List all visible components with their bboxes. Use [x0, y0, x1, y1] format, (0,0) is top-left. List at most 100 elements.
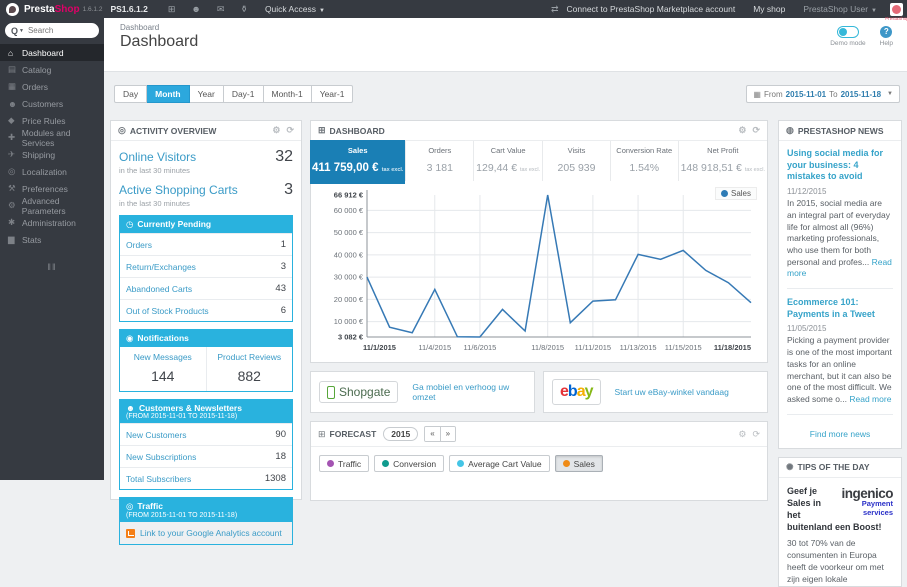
kpi-net-profit[interactable]: Net Profit148 918,51 € tax excl. [678, 141, 767, 181]
kpi-visits[interactable]: Visits205 939 [542, 141, 610, 181]
chevron-down-icon: ▼ [887, 91, 893, 97]
kpi-cart-value[interactable]: Cart Value129,44 € tax excl. [473, 141, 542, 181]
article-title-link[interactable]: Using social media for your business: 4 … [787, 148, 893, 183]
pending-row-out-of-stock: Out of Stock Products6 [120, 299, 292, 321]
panel-title: PRESTASHOP NEWS [798, 126, 884, 136]
toggle-average-cart-value[interactable]: Average Cart Value [449, 455, 549, 472]
next-year-button[interactable]: » [440, 427, 455, 441]
search-scope-caret[interactable]: ▼ [19, 28, 24, 34]
kpi-orders[interactable]: Orders3 181 [405, 141, 473, 181]
refresh-icon[interactable]: ⟳ [752, 429, 760, 440]
sales-dot-icon [563, 460, 570, 467]
sidebar-item-orders[interactable]: ▦Orders [0, 78, 104, 95]
breadcrumb[interactable]: Dashboard [120, 23, 159, 32]
svg-text:11/4/2015: 11/4/2015 [418, 343, 451, 352]
sidebar-item-stats[interactable]: ▆Stats [0, 231, 104, 248]
page-header: Dashboard Dashboard Demo mode ? Help [104, 18, 907, 72]
filter-day-button[interactable]: Day [114, 85, 147, 103]
article-title-link[interactable]: Ecommerce 101: Payments in a Tweet [787, 297, 893, 320]
forecast-year-badge[interactable]: 2015 [383, 427, 418, 441]
forecast-toggles: Traffic Conversion Average Cart Value Sa… [311, 447, 767, 480]
modules-icon: ✚ [8, 132, 22, 143]
user-avatar[interactable]: PrestaShop [890, 3, 903, 16]
new-customers-row: New Customers90 [120, 423, 292, 445]
new-subscriptions-link[interactable]: New Subscriptions [126, 452, 196, 462]
gear-icon[interactable]: ⚙ [738, 429, 746, 440]
my-shop-link[interactable]: My shop [753, 4, 785, 14]
returns-link[interactable]: Return/Exchanges [126, 262, 196, 272]
search-input[interactable] [28, 26, 88, 35]
target-icon: ◎ [118, 125, 126, 136]
sidebar-item-modules[interactable]: ✚Modules and Services [0, 129, 104, 146]
total-subscribers-link[interactable]: Total Subscribers [126, 474, 191, 484]
orders-icon: ▦ [8, 81, 22, 92]
svg-text:60 000 €: 60 000 € [334, 206, 364, 215]
kpi-sales[interactable]: Sales411 759,00 € tax excl. [310, 140, 405, 184]
messages-icon[interactable]: ✉ [217, 4, 225, 15]
active-carts-link[interactable]: Active Shopping Carts [119, 183, 238, 197]
toggle-conversion[interactable]: Conversion [374, 455, 444, 472]
refresh-icon[interactable]: ⟳ [286, 125, 294, 136]
demo-mode-toggle[interactable]: Demo mode [830, 26, 865, 47]
prestashop-logo[interactable] [6, 3, 19, 16]
new-messages-link[interactable]: New Messages [122, 352, 204, 362]
svg-text:20 000 €: 20 000 € [334, 295, 364, 304]
orders-link[interactable]: Orders [126, 240, 152, 250]
product-reviews-link[interactable]: Product Reviews [209, 352, 291, 362]
achievements-icon[interactable]: ⚱ [240, 4, 248, 15]
new-customers-link[interactable]: New Customers [126, 430, 186, 440]
google-analytics-icon [126, 529, 135, 538]
toggle-traffic[interactable]: Traffic [319, 455, 369, 472]
marketplace-link[interactable]: Connect to PrestaShop Marketplace accoun… [567, 4, 736, 14]
tips-of-the-day-panel: ✺ TIPS OF THE DAY ingenico Payment servi… [778, 457, 902, 587]
prev-year-button[interactable]: « [425, 427, 439, 441]
filter-month-button[interactable]: Month [147, 85, 190, 103]
ebay-banner[interactable]: ebay Start uw eBay-winkel vandaag [543, 371, 768, 413]
panel-title: DASHBOARD [330, 126, 385, 136]
abandoned-carts-link[interactable]: Abandoned Carts [126, 284, 192, 294]
filter-day-1-button[interactable]: Day-1 [224, 85, 264, 103]
filter-year-button[interactable]: Year [190, 85, 224, 103]
date-range-picker[interactable]: ▦ From2015-11-01 To2015-11-18 ▼ [746, 85, 900, 103]
online-visitors-link[interactable]: Online Visitors [119, 150, 196, 164]
customers-icon[interactable]: ☻ [191, 4, 200, 14]
read-more-link[interactable]: Read more [849, 394, 891, 404]
filter-year-1-button[interactable]: Year-1 [312, 85, 354, 103]
toggle-icon[interactable] [837, 26, 859, 38]
quick-access-menu[interactable]: Quick Access▼ [265, 4, 325, 14]
sidebar-item-customers[interactable]: ☻Customers [0, 95, 104, 112]
ebay-link[interactable]: Start uw eBay-winkel vandaag [615, 387, 729, 397]
google-analytics-link[interactable]: Link to your Google Analytics account [140, 528, 282, 538]
cart-icon[interactable]: ⊞ [168, 4, 176, 15]
find-more-news-link[interactable]: Find more news [787, 423, 893, 441]
sidebar-item-price-rules[interactable]: ◆Price Rules [0, 112, 104, 129]
svg-text:11/11/2015: 11/11/2015 [575, 343, 611, 352]
gear-icon[interactable]: ⚙ [272, 125, 280, 136]
out-of-stock-link[interactable]: Out of Stock Products [126, 306, 209, 316]
sidebar-item-catalog[interactable]: ▤Catalog [0, 61, 104, 78]
gear-icon[interactable]: ⚙ [738, 125, 746, 136]
sidebar-item-localization[interactable]: ◎Localization [0, 163, 104, 180]
rss-icon: ◍ [786, 125, 794, 136]
advanced-parameters-icon: ⚙ [8, 200, 22, 211]
sidebar-item-dashboard[interactable]: ⌂Dashboard [0, 44, 104, 61]
user-menu[interactable]: PrestaShop User▼ [803, 4, 877, 14]
sidebar-item-advanced-parameters[interactable]: ⚙Advanced Parameters [0, 197, 104, 214]
sidebar-search[interactable]: Q ▼ [5, 23, 99, 38]
sidebar-item-preferences[interactable]: ⚒Preferences [0, 180, 104, 197]
shopgate-link[interactable]: Ga mobiel en verhoog uw omzet [412, 382, 526, 402]
chart-legend[interactable]: Sales [715, 187, 757, 200]
chevron-down-icon: ▼ [871, 8, 877, 14]
sidebar-item-shipping[interactable]: ✈Shipping [0, 146, 104, 163]
refresh-icon[interactable]: ⟳ [752, 125, 760, 136]
shopgate-banner[interactable]: Shopgate Ga mobiel en verhoog uw omzet [310, 371, 535, 413]
kpi-conversion-rate[interactable]: Conversion Rate1.54% [610, 141, 678, 181]
search-icon: Q [11, 26, 18, 36]
marketplace-icon: ⇄ [551, 4, 559, 15]
filter-month-1-button[interactable]: Month-1 [264, 85, 312, 103]
sidebar-collapse-button[interactable]: ‖‖ [0, 262, 104, 272]
sidebar-item-administration[interactable]: ✱Administration [0, 214, 104, 231]
help-button[interactable]: ? Help [880, 26, 893, 47]
price-rules-icon: ◆ [8, 115, 22, 126]
toggle-sales[interactable]: Sales [555, 455, 603, 472]
